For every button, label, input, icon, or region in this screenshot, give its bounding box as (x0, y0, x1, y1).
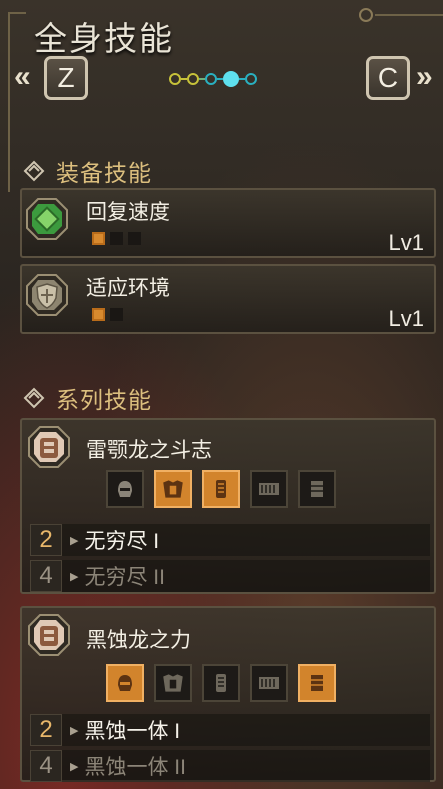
set-bonus-name: 无穷尽 I (84, 530, 160, 553)
chevron-right-icon: ▶ (70, 724, 79, 737)
frame-ornament (359, 8, 373, 22)
page-dot-current (223, 71, 239, 87)
armor-piece-slots (106, 470, 346, 508)
required-pieces-count: 4 (30, 750, 62, 782)
skill-section-icon (23, 160, 45, 182)
set-bonus-row: 4 ▶ 黑蚀一体 II (30, 750, 430, 782)
waist-icon (250, 470, 288, 508)
set-skill-card-2[interactable]: 黑蚀龙之力 2 ▶ 黑蚀一体 I 4 ▶ 黑蚀一体 II (20, 606, 436, 782)
skill-name: 回复速度 (86, 201, 170, 224)
chevron-right-icon: ▶ (70, 534, 79, 547)
armor-set-icon (28, 426, 70, 468)
set-bonus-row: 2 ▶ 无穷尽 I (30, 524, 430, 556)
chevron-right-icon: ▶ (70, 760, 79, 773)
arm-icon (202, 470, 240, 508)
frame-left-line (8, 12, 10, 192)
armor-piece-slots (106, 664, 346, 702)
skill-level: Lv1 (388, 306, 424, 331)
leg-icon (298, 470, 336, 508)
page-indicator (169, 71, 257, 87)
green-diamond-skill-icon (26, 198, 68, 240)
skill-name: 适应环境 (86, 277, 170, 300)
level-pip-empty (128, 232, 141, 245)
set-bonus-name: 无穷尽 II (84, 566, 165, 589)
set-bonus-name: 黑蚀一体 I (84, 720, 181, 743)
frame-top-right-line (375, 14, 443, 16)
frame-top-line (8, 12, 26, 14)
set-bonus-row: 4 ▶ 无穷尽 II (30, 560, 430, 592)
helm-icon (106, 664, 144, 702)
skill-card-recovery-speed[interactable]: 回复速度 Lv1 (20, 188, 436, 258)
waist-icon (250, 664, 288, 702)
level-pip-filled (92, 308, 105, 321)
page-dot (187, 73, 199, 85)
level-pip-filled (92, 232, 105, 245)
skill-level-pips (92, 308, 128, 321)
required-pieces-count: 4 (30, 560, 62, 592)
page-dot (169, 73, 181, 85)
skill-section-icon (23, 387, 45, 409)
armor-set-icon (28, 614, 70, 656)
arm-icon (202, 664, 240, 702)
chevron-right-icon: ▶ (70, 570, 79, 583)
set-skill-card-1[interactable]: 雷颚龙之斗志 2 ▶ 无穷尽 I 4 ▶ 无穷尽 II (20, 418, 436, 594)
chest-icon (154, 664, 192, 702)
next-page-arrow[interactable]: » (416, 60, 433, 94)
skill-card-environment[interactable]: 适应环境 Lv1 (20, 264, 436, 334)
required-pieces-count: 2 (30, 524, 62, 556)
set-skills-header: 系列技能 (22, 381, 152, 415)
section-title: 装备技能 (56, 160, 152, 186)
set-name: 黑蚀龙之力 (86, 629, 191, 652)
set-name: 雷颚龙之斗志 (86, 439, 212, 462)
page-dot (245, 73, 257, 85)
shield-cross-skill-icon (26, 274, 68, 316)
leg-icon (298, 664, 336, 702)
skill-level: Lv1 (388, 230, 424, 255)
next-page-key[interactable]: C (366, 56, 410, 100)
level-pip-empty (110, 308, 123, 321)
required-pieces-count: 2 (30, 714, 62, 746)
set-bonus-name: 黑蚀一体 II (84, 756, 186, 779)
section-title: 系列技能 (56, 387, 152, 413)
helm-icon (106, 470, 144, 508)
prev-page-arrow[interactable]: « (14, 60, 31, 94)
level-pip-empty (110, 232, 123, 245)
set-bonus-row: 2 ▶ 黑蚀一体 I (30, 714, 430, 746)
prev-page-key[interactable]: Z (44, 56, 88, 100)
skill-level-pips (92, 232, 146, 245)
chest-icon (154, 470, 192, 508)
page-dot (205, 73, 217, 85)
equipment-skills-header: 装备技能 (22, 154, 152, 188)
page-title: 全身技能 (34, 20, 174, 57)
